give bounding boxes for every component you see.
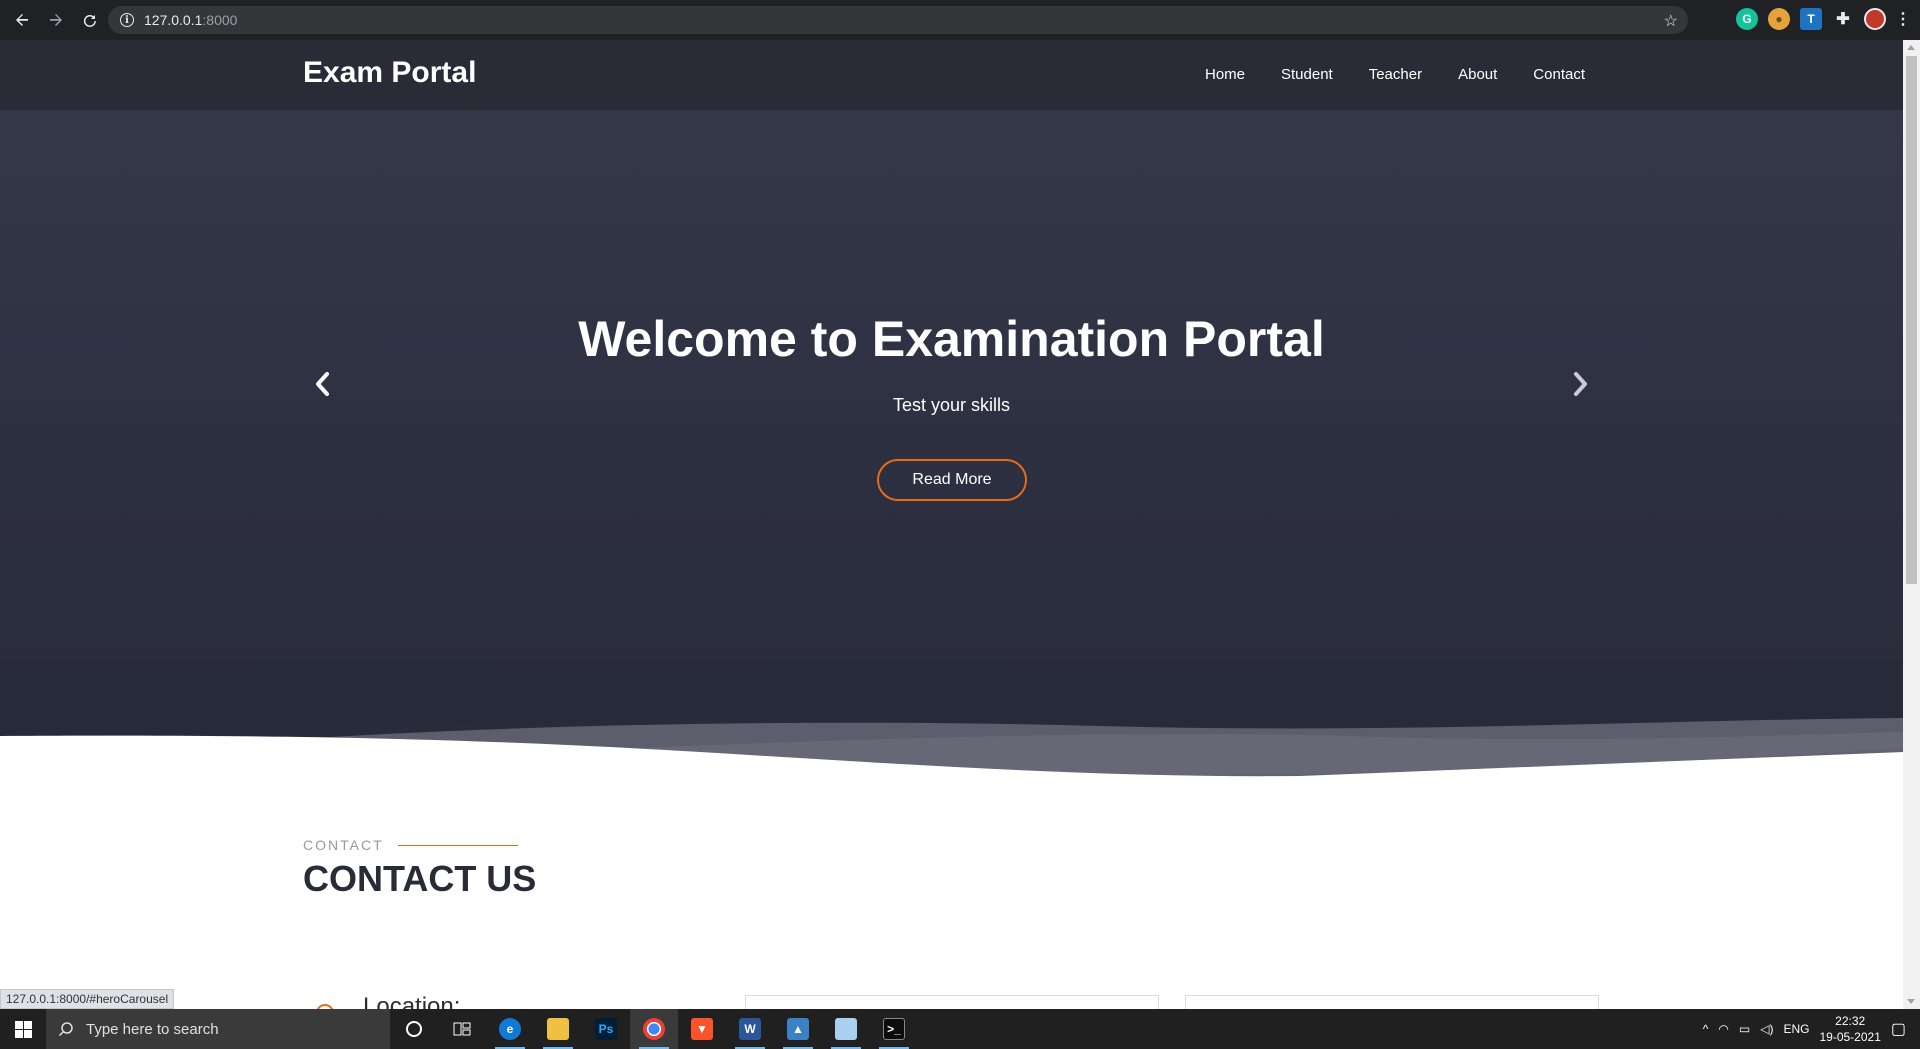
contact-card-2: [1185, 995, 1599, 1009]
folder-icon: [547, 1018, 569, 1040]
site-logo[interactable]: Exam Portal: [303, 56, 476, 90]
browser-menu-icon[interactable]: ⋮: [1895, 8, 1911, 30]
site-header: Exam Portal Home Student Teacher About C…: [0, 40, 1903, 110]
scroll-down-arrow-icon[interactable]: [1907, 999, 1915, 1004]
language-indicator[interactable]: ENG: [1783, 1022, 1809, 1036]
photoshop-icon: Ps: [595, 1018, 617, 1040]
link-status-bar: 127.0.0.1:8000/#heroCarousel: [0, 989, 175, 1009]
site-info-icon[interactable]: i: [120, 13, 134, 27]
cookie-extension-icon[interactable]: ●: [1768, 8, 1790, 30]
location-label: Location:: [363, 993, 461, 1009]
nav-home[interactable]: Home: [1205, 66, 1245, 83]
scroll-up-arrow-icon[interactable]: [1907, 45, 1915, 50]
page-scrollbar[interactable]: [1903, 40, 1920, 1009]
photoshop-taskbar-button[interactable]: Ps: [582, 1009, 630, 1049]
chrome-icon: [643, 1018, 665, 1040]
webpage: Exam Portal Home Student Teacher About C…: [0, 40, 1903, 1009]
edge-taskbar-button[interactable]: e: [486, 1009, 534, 1049]
search-icon: [58, 1022, 73, 1037]
contact-card-1: [745, 995, 1159, 1009]
carousel-prev-button[interactable]: [303, 364, 343, 404]
brave-taskbar-button[interactable]: ▼: [678, 1009, 726, 1049]
photos-icon: ▲: [787, 1018, 809, 1040]
network-icon[interactable]: ◠: [1718, 1022, 1728, 1036]
taskbar-search[interactable]: Type here to search: [46, 1009, 390, 1049]
volume-icon[interactable]: ◁): [1760, 1022, 1773, 1036]
cortana-button[interactable]: [390, 1009, 438, 1049]
terminal-taskbar-button[interactable]: >_: [870, 1009, 918, 1049]
terminal-icon: >_: [883, 1018, 905, 1040]
section-tag-line: [397, 844, 518, 846]
action-center-icon[interactable]: ▢: [1891, 1019, 1906, 1039]
cortana-circle-icon: [406, 1021, 422, 1037]
nav-student[interactable]: Student: [1281, 66, 1333, 83]
hero-subtitle: Test your skills: [892, 395, 1011, 415]
arrow-left-icon: [16, 14, 28, 26]
arrow-right-icon: [50, 14, 62, 26]
reload-icon: [83, 14, 96, 27]
task-view-button[interactable]: [438, 1009, 486, 1049]
battery-icon[interactable]: ▭: [1739, 1022, 1750, 1036]
browser-toolbar: i 127.0.0.1:8000 ☆ G ● T ✚ ⋮: [0, 0, 1920, 40]
contact-section-title: CONTACT US: [303, 858, 537, 899]
bookmark-star-icon[interactable]: ☆: [1664, 11, 1678, 31]
edge-icon: e: [499, 1018, 521, 1040]
photos-taskbar-button[interactable]: ▲: [774, 1009, 822, 1049]
windows-logo-icon: [14, 1020, 32, 1038]
notepad-icon: [835, 1018, 857, 1040]
word-taskbar-button[interactable]: W: [726, 1009, 774, 1049]
translate-extension-icon[interactable]: T: [1800, 8, 1822, 30]
read-more-button[interactable]: Read More: [877, 459, 1027, 501]
extensions-area: G ● T ✚ ⋮: [1736, 8, 1920, 30]
extensions-puzzle-icon[interactable]: ✚: [1832, 8, 1854, 30]
clock-date: 19-05-2021: [1819, 1030, 1881, 1044]
task-view-icon: [453, 1022, 471, 1036]
word-icon: W: [739, 1018, 761, 1040]
search-placeholder: Type here to search: [86, 1020, 219, 1038]
hero-wave-divider: [0, 660, 1903, 820]
file-explorer-taskbar-button[interactable]: [534, 1009, 582, 1049]
grammarly-extension-icon[interactable]: G: [1736, 8, 1758, 30]
forward-button[interactable]: [41, 5, 71, 35]
windows-taskbar: Type here to search e Ps ▼ W ▲ >_ ^ ◠ ▭ …: [0, 1009, 1920, 1049]
show-hidden-icons-chevron-icon[interactable]: ^: [1703, 1022, 1709, 1036]
chevron-right-icon: [1574, 372, 1587, 396]
nav-about[interactable]: About: [1458, 66, 1497, 83]
start-button[interactable]: [0, 1009, 46, 1049]
nav-teacher[interactable]: Teacher: [1369, 66, 1422, 83]
main-nav: Home Student Teacher About Contact: [1205, 66, 1585, 83]
chrome-taskbar-button[interactable]: [630, 1009, 678, 1049]
carousel-next-button[interactable]: [1560, 364, 1600, 404]
hero-title: Welcome to Examination Portal: [578, 311, 1325, 367]
url-text: 127.0.0.1:8000: [144, 12, 238, 28]
section-tag-text: CONTACT: [303, 837, 384, 853]
back-button[interactable]: [7, 5, 37, 35]
clock-time: 22:32: [1835, 1014, 1866, 1028]
nav-contact[interactable]: Contact: [1533, 66, 1585, 83]
scrollbar-thumb[interactable]: [1906, 56, 1917, 584]
reload-button[interactable]: [75, 5, 105, 35]
system-clock[interactable]: 22:32 19-05-2021: [1819, 1013, 1880, 1045]
profile-avatar-icon[interactable]: [1864, 8, 1886, 30]
address-bar[interactable]: i 127.0.0.1:8000 ☆: [108, 6, 1688, 34]
system-tray: ^ ◠ ▭ ◁) ENG 22:32 19-05-2021 ▢: [1703, 1009, 1920, 1049]
notepad-taskbar-button[interactable]: [822, 1009, 870, 1049]
chevron-left-icon: [316, 372, 329, 396]
brave-lion-icon: ▼: [691, 1018, 713, 1040]
section-tag: CONTACT: [303, 837, 518, 853]
